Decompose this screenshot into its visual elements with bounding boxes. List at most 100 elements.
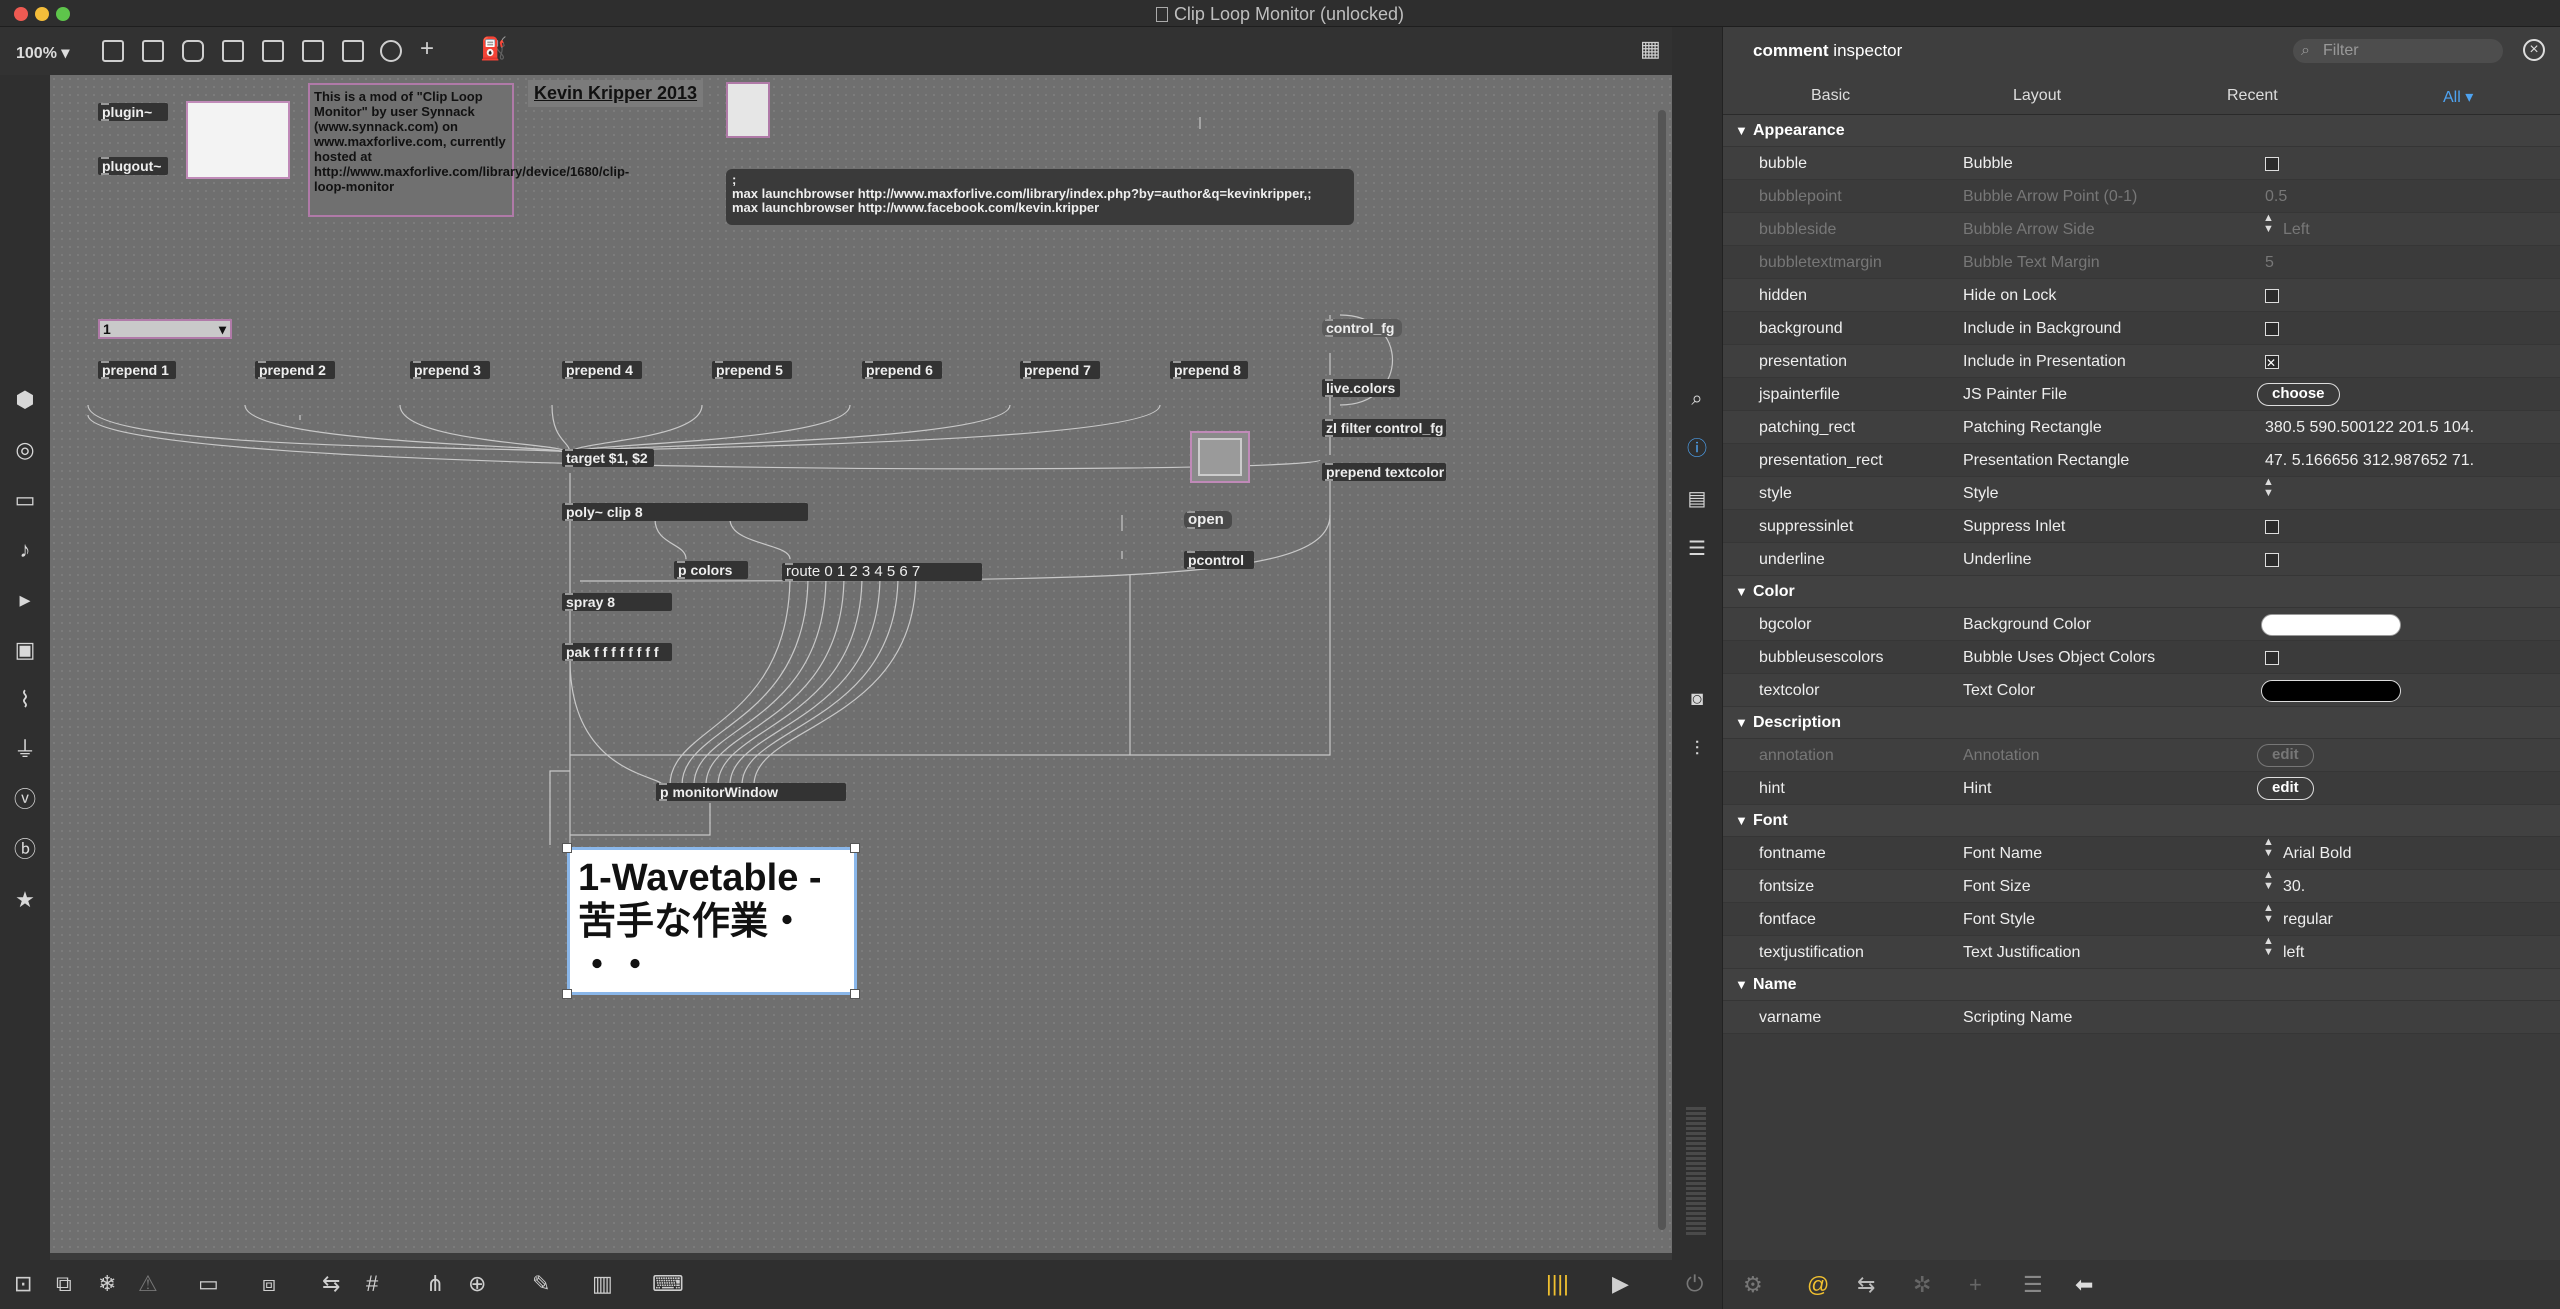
- pcontrol-object[interactable]: pcontrol: [1184, 551, 1254, 569]
- meter-bars-icon[interactable]: ||||: [1546, 1272, 1569, 1296]
- new-comment-icon[interactable]: [182, 40, 204, 62]
- cube-icon[interactable]: ⬢: [12, 387, 38, 413]
- debug-icon[interactable]: ❄: [98, 1272, 116, 1296]
- fontsize-stepper[interactable]: ▲ ▼: [2263, 870, 2274, 892]
- mixer-icon[interactable]: ⫶: [1685, 737, 1709, 761]
- patcher-canvas[interactable]: plugin~ plugout~ This is a mod of "Clip …: [50, 75, 1672, 1253]
- hint-edit-button[interactable]: edit: [2257, 777, 2314, 800]
- bgcolor-swatch[interactable]: [2261, 614, 2401, 636]
- wrench-icon[interactable]: ✎: [532, 1272, 550, 1296]
- section-appearance[interactable]: Appearance: [1723, 115, 2560, 147]
- prepend-6-object[interactable]: prepend 6: [862, 361, 942, 379]
- prepend-8-object[interactable]: prepend 8: [1170, 361, 1248, 379]
- author-comment[interactable]: Kevin Kripper 2013: [528, 80, 704, 107]
- zl-filter-object[interactable]: zl filter control_fg: [1322, 419, 1446, 437]
- hidden-checkbox[interactable]: [2265, 289, 2279, 303]
- fontname-stepper[interactable]: ▲ ▼: [2263, 837, 2274, 859]
- vimeo-icon[interactable]: ⓥ: [12, 787, 38, 813]
- prepend-7-object[interactable]: prepend 7: [1020, 361, 1100, 379]
- prepend-4-object[interactable]: prepend 4: [562, 361, 642, 379]
- power-icon[interactable]: ⏻: [1686, 1272, 1703, 1296]
- live-colors-object[interactable]: live.colors: [1322, 379, 1400, 397]
- textjustification-stepper[interactable]: ▲ ▼: [2263, 936, 2274, 958]
- mod-comment[interactable]: This is a mod of "Clip Loop Monitor" by …: [310, 85, 629, 198]
- umenu-object[interactable]: 1 ▾: [98, 319, 232, 339]
- choose-button[interactable]: choose: [2257, 383, 2340, 406]
- p-colors-object[interactable]: p colors: [674, 561, 748, 579]
- resize-handle-tl[interactable]: [562, 843, 572, 853]
- filter-input[interactable]: ⌕ Filter: [2293, 39, 2503, 63]
- hierarchy-icon[interactable]: ⋔: [426, 1272, 444, 1296]
- add-object-icon[interactable]: +: [420, 37, 434, 61]
- background-checkbox[interactable]: [2265, 322, 2279, 336]
- prepend-5-object[interactable]: prepend 5: [712, 361, 792, 379]
- paint-bucket-icon[interactable]: ⛽: [480, 37, 507, 61]
- section-name[interactable]: Name: [1723, 969, 2560, 1001]
- tab-recent[interactable]: Recent: [2227, 87, 2278, 105]
- slider-icon[interactable]: [342, 40, 364, 62]
- list-icon[interactable]: ☰: [1685, 537, 1709, 561]
- bubbleusescolors-checkbox[interactable]: [2265, 651, 2279, 665]
- zoom-menu[interactable]: 100% ▾: [16, 43, 69, 63]
- keyboard-icon[interactable]: ⌨: [652, 1272, 684, 1296]
- menu-icon[interactable]: ☰: [2023, 1272, 2043, 1298]
- resize-handle-tr[interactable]: [850, 843, 860, 853]
- back-arrow-icon[interactable]: ⬅: [2075, 1272, 2093, 1298]
- open-message[interactable]: open: [1184, 511, 1232, 529]
- dial-icon[interactable]: [380, 40, 402, 62]
- toggle-icon[interactable]: [222, 40, 244, 62]
- star-icon[interactable]: ★: [12, 887, 38, 913]
- section-font[interactable]: Font: [1723, 805, 2560, 837]
- poly-clip-object[interactable]: poly~ clip 8: [562, 503, 808, 521]
- tab-basic[interactable]: Basic: [1811, 87, 1850, 105]
- underline-checkbox[interactable]: [2265, 553, 2279, 567]
- textcolor-swatch[interactable]: [2261, 680, 2401, 702]
- close-icon[interactable]: ×: [2523, 39, 2545, 61]
- prepend-2-object[interactable]: prepend 2: [255, 361, 335, 379]
- bubble-checkbox[interactable]: [2265, 157, 2279, 171]
- presentation-checkbox[interactable]: [2265, 347, 2279, 380]
- new-message-icon[interactable]: [142, 40, 164, 62]
- control-fg-message[interactable]: control_fg: [1322, 319, 1402, 337]
- bang-icon[interactable]: [262, 40, 284, 62]
- style-stepper[interactable]: ▲ ▼: [2263, 477, 2274, 499]
- lock-icon[interactable]: ⊡: [14, 1272, 32, 1296]
- suppressinlet-checkbox[interactable]: [2265, 520, 2279, 534]
- film-icon[interactable]: ▭: [12, 487, 38, 513]
- paperclip-icon[interactable]: ⌇: [12, 687, 38, 713]
- resize-handle-br[interactable]: [850, 989, 860, 999]
- prepend-textcolor-object[interactable]: prepend textcolor: [1322, 463, 1446, 481]
- launchbrowser-message[interactable]: ; max launchbrowser http://www.maxforliv…: [726, 169, 1354, 225]
- spray-object[interactable]: spray 8: [562, 593, 672, 611]
- number-icon[interactable]: [302, 40, 324, 62]
- prepend-1-object[interactable]: prepend 1: [98, 361, 176, 379]
- piano-icon[interactable]: ▥: [592, 1272, 613, 1296]
- open-window-button[interactable]: [1190, 431, 1250, 483]
- grid-icon[interactable]: ▦: [1640, 37, 1661, 61]
- section-color[interactable]: Color: [1723, 576, 2560, 608]
- info-icon[interactable]: ⓘ: [1685, 437, 1709, 461]
- plug-icon[interactable]: ⏚: [12, 737, 38, 763]
- selected-comment[interactable]: 1-Wavetable - 苦手な作業・ ・・: [567, 847, 857, 995]
- presentation-icon[interactable]: ⧉: [56, 1272, 72, 1296]
- panel-object[interactable]: [186, 101, 290, 179]
- bpatcher-icon[interactable]: ⓑ: [12, 837, 38, 863]
- layers-icon[interactable]: ⧈: [262, 1272, 276, 1296]
- plugin-object[interactable]: plugin~: [98, 103, 168, 121]
- grid-toggle-icon[interactable]: #: [366, 1272, 378, 1296]
- target-object[interactable]: target $1, $2: [562, 449, 654, 467]
- tab-all[interactable]: All ▾: [2443, 87, 2473, 107]
- monitor-window-object[interactable]: p monitorWindow: [656, 783, 846, 801]
- search-icon[interactable]: ⌕: [1685, 387, 1709, 411]
- play-icon[interactable]: ▶: [1612, 1272, 1629, 1296]
- target-icon[interactable]: ◎: [12, 437, 38, 463]
- gear-icon[interactable]: ⚙: [1743, 1272, 1763, 1298]
- pak-object[interactable]: pak f f f f f f f f: [562, 643, 672, 661]
- ubutton-object[interactable]: [726, 82, 770, 138]
- route-object[interactable]: route 0 1 2 3 4 5 6 7: [782, 563, 982, 581]
- section-description[interactable]: Description: [1723, 707, 2560, 739]
- add-connection-icon[interactable]: ⊕: [468, 1272, 486, 1296]
- swap-icon[interactable]: ⇆: [1857, 1272, 1875, 1298]
- align-icon[interactable]: ⇆: [322, 1272, 340, 1296]
- resize-handle-bl[interactable]: [562, 989, 572, 999]
